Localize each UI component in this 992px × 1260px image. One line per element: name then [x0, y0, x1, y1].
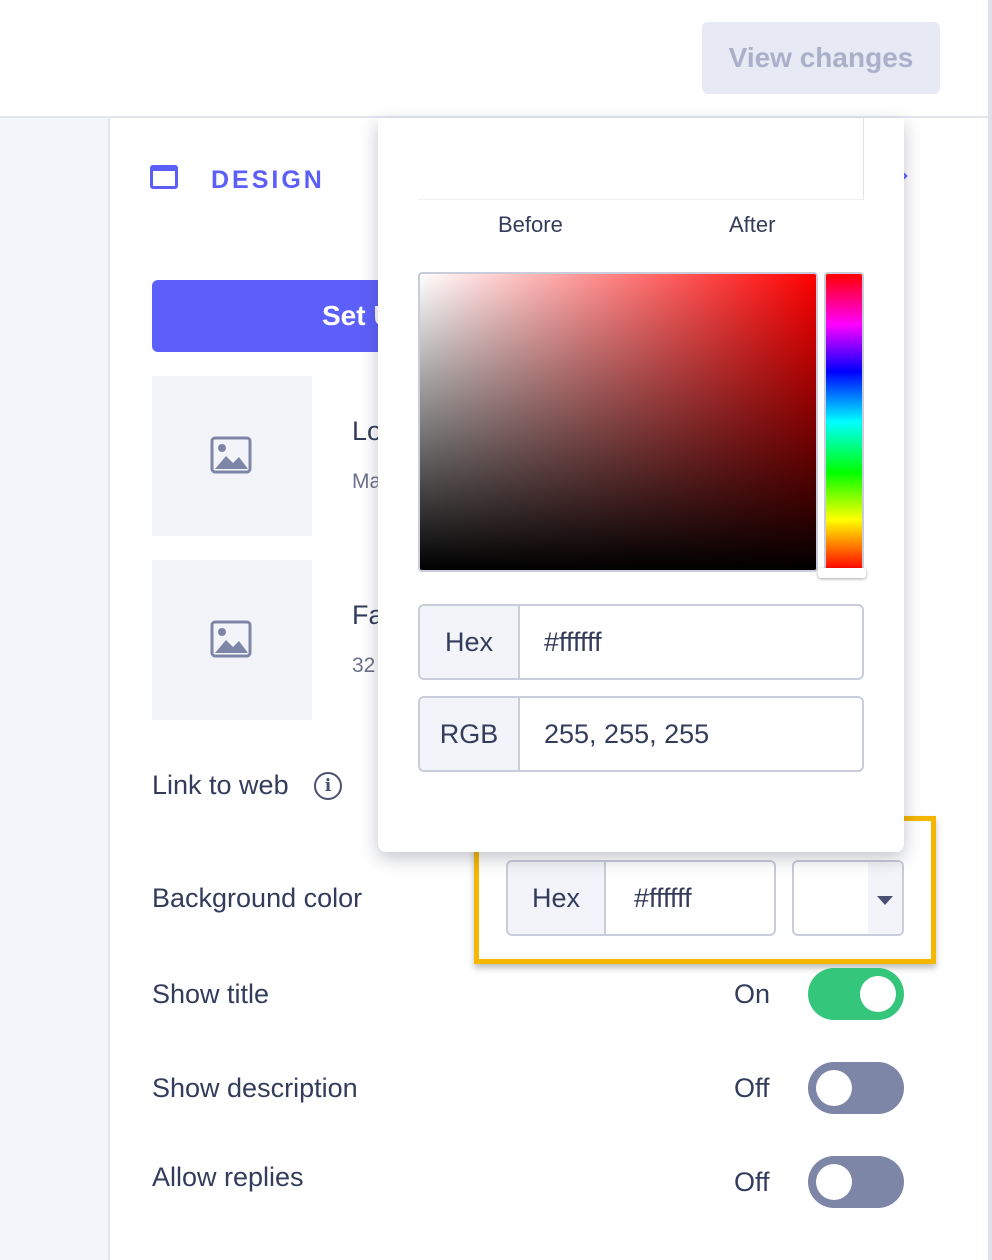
- before-label: Before: [498, 212, 563, 237]
- picker-rgb-input[interactable]: RGB 255, 255, 255: [418, 696, 864, 772]
- picker-hex-input[interactable]: Hex #ffffff: [418, 604, 864, 680]
- picker-rgb-value[interactable]: 255, 255, 255: [544, 698, 709, 770]
- allow-replies-toggle[interactable]: [808, 1156, 904, 1208]
- after-label: After: [729, 212, 776, 237]
- color-preview: [418, 118, 864, 200]
- logo-image-upload[interactable]: [152, 376, 312, 536]
- view-changes-button[interactable]: View changes: [702, 22, 940, 94]
- color-picker-popover: Before After Hex #ffffff RGB 255, 255, 2…: [378, 118, 904, 852]
- picker-rgb-label: RGB: [420, 698, 520, 770]
- image-placeholder-icon: [210, 620, 252, 658]
- logo-subtitle: Ma: [352, 470, 382, 493]
- saturation-value-area[interactable]: [418, 272, 818, 572]
- toggle-knob: [860, 976, 896, 1012]
- show-title-toggle[interactable]: [808, 968, 904, 1020]
- hue-slider[interactable]: [824, 272, 864, 572]
- allow-replies-state: Off: [734, 1167, 770, 1197]
- show-title-state: On: [734, 979, 771, 1009]
- show-description-toggle[interactable]: [808, 1062, 904, 1114]
- show-description-state: Off: [734, 1073, 770, 1103]
- background-color-label: Background color: [152, 883, 363, 913]
- section-title: DESIGN: [211, 166, 325, 194]
- info-icon[interactable]: i: [314, 772, 342, 800]
- image-placeholder-icon: [210, 436, 252, 474]
- browser-window-icon: [150, 165, 178, 189]
- allow-replies-label: Allow replies: [152, 1162, 304, 1192]
- favicon-subtitle: 32: [352, 654, 376, 677]
- top-bar: View changes: [0, 0, 990, 118]
- picker-hex-label: Hex: [420, 606, 520, 678]
- toggle-knob: [816, 1070, 852, 1106]
- link-to-web-label: Link to web: [152, 770, 289, 800]
- right-edge-divider: [988, 0, 992, 1260]
- picker-hex-value[interactable]: #ffffff: [544, 606, 602, 678]
- toggle-knob: [816, 1164, 852, 1200]
- hue-slider-handle[interactable]: [818, 568, 866, 578]
- favicon-image-upload[interactable]: [152, 560, 312, 720]
- show-title-label: Show title: [152, 979, 270, 1009]
- show-description-label: Show description: [152, 1073, 358, 1103]
